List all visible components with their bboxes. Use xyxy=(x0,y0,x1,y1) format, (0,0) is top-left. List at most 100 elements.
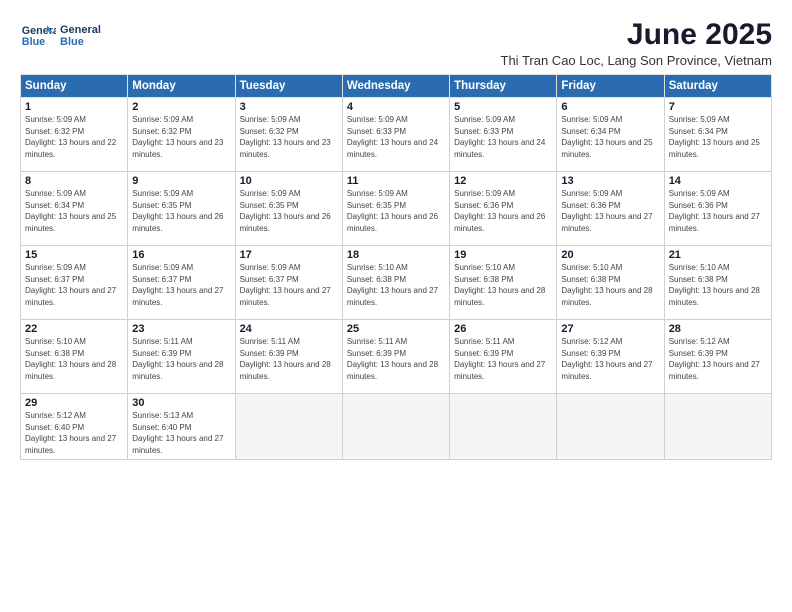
day-info: Sunrise: 5:09 AMSunset: 6:35 PMDaylight:… xyxy=(347,188,445,234)
day-number: 2 xyxy=(132,101,230,113)
day-info: Sunrise: 5:10 AMSunset: 6:38 PMDaylight:… xyxy=(454,262,552,308)
calendar-cell: 1Sunrise: 5:09 AMSunset: 6:32 PMDaylight… xyxy=(21,98,128,172)
day-info: Sunrise: 5:10 AMSunset: 6:38 PMDaylight:… xyxy=(25,336,123,382)
calendar-cell: 3Sunrise: 5:09 AMSunset: 6:32 PMDaylight… xyxy=(235,98,342,172)
day-info: Sunrise: 5:09 AMSunset: 6:37 PMDaylight:… xyxy=(25,262,123,308)
calendar-cell: 9Sunrise: 5:09 AMSunset: 6:35 PMDaylight… xyxy=(128,172,235,246)
col-thursday: Thursday xyxy=(450,75,557,98)
day-number: 7 xyxy=(669,101,767,113)
day-info: Sunrise: 5:09 AMSunset: 6:36 PMDaylight:… xyxy=(669,188,767,234)
day-number: 5 xyxy=(454,101,552,113)
calendar-cell xyxy=(664,394,771,460)
location-subtitle: Thi Tran Cao Loc, Lang Son Province, Vie… xyxy=(501,53,772,68)
calendar-cell: 19Sunrise: 5:10 AMSunset: 6:38 PMDayligh… xyxy=(450,246,557,320)
page-header: General Blue General Blue June 2025 Thi … xyxy=(20,18,772,68)
col-monday: Monday xyxy=(128,75,235,98)
day-info: Sunrise: 5:09 AMSunset: 6:36 PMDaylight:… xyxy=(561,188,659,234)
calendar-cell: 22Sunrise: 5:10 AMSunset: 6:38 PMDayligh… xyxy=(21,320,128,394)
day-number: 27 xyxy=(561,323,659,335)
day-number: 18 xyxy=(347,249,445,261)
day-info: Sunrise: 5:10 AMSunset: 6:38 PMDaylight:… xyxy=(347,262,445,308)
title-block: June 2025 Thi Tran Cao Loc, Lang Son Pro… xyxy=(501,18,772,68)
calendar-cell xyxy=(235,394,342,460)
calendar-table: Sunday Monday Tuesday Wednesday Thursday… xyxy=(20,74,772,460)
day-number: 9 xyxy=(132,175,230,187)
day-info: Sunrise: 5:12 AMSunset: 6:40 PMDaylight:… xyxy=(25,410,123,456)
day-info: Sunrise: 5:10 AMSunset: 6:38 PMDaylight:… xyxy=(561,262,659,308)
day-number: 15 xyxy=(25,249,123,261)
col-friday: Friday xyxy=(557,75,664,98)
day-info: Sunrise: 5:11 AMSunset: 6:39 PMDaylight:… xyxy=(454,336,552,382)
day-info: Sunrise: 5:09 AMSunset: 6:34 PMDaylight:… xyxy=(25,188,123,234)
month-title: June 2025 xyxy=(501,18,772,51)
calendar-cell: 16Sunrise: 5:09 AMSunset: 6:37 PMDayligh… xyxy=(128,246,235,320)
day-number: 21 xyxy=(669,249,767,261)
calendar-cell: 13Sunrise: 5:09 AMSunset: 6:36 PMDayligh… xyxy=(557,172,664,246)
calendar-cell: 27Sunrise: 5:12 AMSunset: 6:39 PMDayligh… xyxy=(557,320,664,394)
day-info: Sunrise: 5:11 AMSunset: 6:39 PMDaylight:… xyxy=(132,336,230,382)
day-number: 22 xyxy=(25,323,123,335)
calendar-cell: 7Sunrise: 5:09 AMSunset: 6:34 PMDaylight… xyxy=(664,98,771,172)
day-info: Sunrise: 5:11 AMSunset: 6:39 PMDaylight:… xyxy=(240,336,338,382)
day-number: 29 xyxy=(25,397,123,409)
calendar-cell: 26Sunrise: 5:11 AMSunset: 6:39 PMDayligh… xyxy=(450,320,557,394)
day-info: Sunrise: 5:09 AMSunset: 6:34 PMDaylight:… xyxy=(669,114,767,160)
calendar-row: 29Sunrise: 5:12 AMSunset: 6:40 PMDayligh… xyxy=(21,394,772,460)
day-info: Sunrise: 5:09 AMSunset: 6:36 PMDaylight:… xyxy=(454,188,552,234)
day-number: 20 xyxy=(561,249,659,261)
day-info: Sunrise: 5:11 AMSunset: 6:39 PMDaylight:… xyxy=(347,336,445,382)
day-info: Sunrise: 5:10 AMSunset: 6:38 PMDaylight:… xyxy=(669,262,767,308)
day-info: Sunrise: 5:09 AMSunset: 6:33 PMDaylight:… xyxy=(347,114,445,160)
calendar-cell xyxy=(557,394,664,460)
day-info: Sunrise: 5:12 AMSunset: 6:39 PMDaylight:… xyxy=(669,336,767,382)
day-number: 23 xyxy=(132,323,230,335)
col-tuesday: Tuesday xyxy=(235,75,342,98)
calendar-cell: 10Sunrise: 5:09 AMSunset: 6:35 PMDayligh… xyxy=(235,172,342,246)
day-number: 16 xyxy=(132,249,230,261)
day-number: 28 xyxy=(669,323,767,335)
logo-text: General Blue xyxy=(60,24,101,48)
day-number: 17 xyxy=(240,249,338,261)
day-number: 4 xyxy=(347,101,445,113)
calendar-row: 8Sunrise: 5:09 AMSunset: 6:34 PMDaylight… xyxy=(21,172,772,246)
day-number: 14 xyxy=(669,175,767,187)
calendar-cell: 12Sunrise: 5:09 AMSunset: 6:36 PMDayligh… xyxy=(450,172,557,246)
day-number: 12 xyxy=(454,175,552,187)
calendar-cell: 23Sunrise: 5:11 AMSunset: 6:39 PMDayligh… xyxy=(128,320,235,394)
calendar-cell: 21Sunrise: 5:10 AMSunset: 6:38 PMDayligh… xyxy=(664,246,771,320)
day-number: 30 xyxy=(132,397,230,409)
day-number: 6 xyxy=(561,101,659,113)
svg-text:Blue: Blue xyxy=(22,36,45,48)
calendar-cell: 25Sunrise: 5:11 AMSunset: 6:39 PMDayligh… xyxy=(342,320,449,394)
day-info: Sunrise: 5:09 AMSunset: 6:34 PMDaylight:… xyxy=(561,114,659,160)
calendar-cell: 8Sunrise: 5:09 AMSunset: 6:34 PMDaylight… xyxy=(21,172,128,246)
calendar-row: 1Sunrise: 5:09 AMSunset: 6:32 PMDaylight… xyxy=(21,98,772,172)
day-info: Sunrise: 5:09 AMSunset: 6:35 PMDaylight:… xyxy=(240,188,338,234)
calendar-cell: 17Sunrise: 5:09 AMSunset: 6:37 PMDayligh… xyxy=(235,246,342,320)
day-number: 3 xyxy=(240,101,338,113)
day-info: Sunrise: 5:12 AMSunset: 6:39 PMDaylight:… xyxy=(561,336,659,382)
day-info: Sunrise: 5:13 AMSunset: 6:40 PMDaylight:… xyxy=(132,410,230,456)
day-number: 26 xyxy=(454,323,552,335)
day-number: 8 xyxy=(25,175,123,187)
day-info: Sunrise: 5:09 AMSunset: 6:33 PMDaylight:… xyxy=(454,114,552,160)
logo: General Blue General Blue xyxy=(20,18,101,54)
calendar-cell: 15Sunrise: 5:09 AMSunset: 6:37 PMDayligh… xyxy=(21,246,128,320)
calendar-cell: 11Sunrise: 5:09 AMSunset: 6:35 PMDayligh… xyxy=(342,172,449,246)
col-saturday: Saturday xyxy=(664,75,771,98)
calendar-cell xyxy=(450,394,557,460)
day-number: 13 xyxy=(561,175,659,187)
calendar-cell: 4Sunrise: 5:09 AMSunset: 6:33 PMDaylight… xyxy=(342,98,449,172)
day-info: Sunrise: 5:09 AMSunset: 6:37 PMDaylight:… xyxy=(240,262,338,308)
calendar-cell: 2Sunrise: 5:09 AMSunset: 6:32 PMDaylight… xyxy=(128,98,235,172)
calendar-cell: 29Sunrise: 5:12 AMSunset: 6:40 PMDayligh… xyxy=(21,394,128,460)
calendar-cell xyxy=(342,394,449,460)
day-info: Sunrise: 5:09 AMSunset: 6:32 PMDaylight:… xyxy=(132,114,230,160)
calendar-cell: 24Sunrise: 5:11 AMSunset: 6:39 PMDayligh… xyxy=(235,320,342,394)
calendar-cell: 28Sunrise: 5:12 AMSunset: 6:39 PMDayligh… xyxy=(664,320,771,394)
calendar-cell: 5Sunrise: 5:09 AMSunset: 6:33 PMDaylight… xyxy=(450,98,557,172)
day-number: 11 xyxy=(347,175,445,187)
calendar-cell: 18Sunrise: 5:10 AMSunset: 6:38 PMDayligh… xyxy=(342,246,449,320)
col-sunday: Sunday xyxy=(21,75,128,98)
calendar-row: 22Sunrise: 5:10 AMSunset: 6:38 PMDayligh… xyxy=(21,320,772,394)
